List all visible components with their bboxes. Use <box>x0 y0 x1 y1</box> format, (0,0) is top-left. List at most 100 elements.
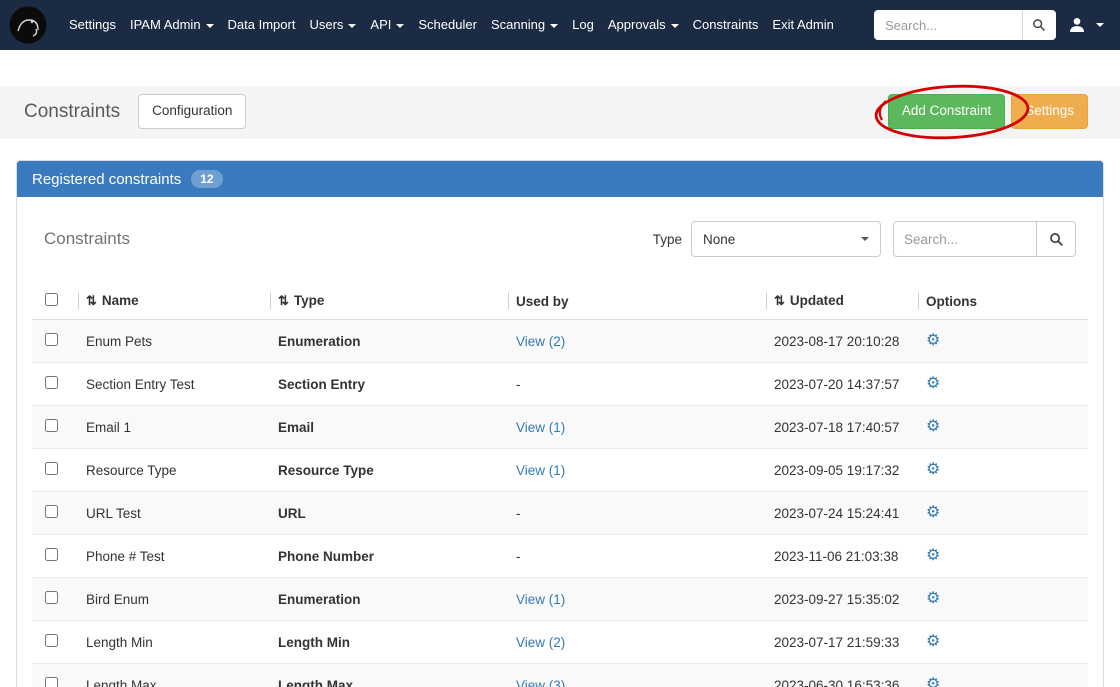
table-row: Bird EnumEnumerationView (1)2023-09-27 1… <box>32 578 1088 621</box>
panel-heading: Registered constraints 12 <box>17 161 1103 197</box>
view-usage-link[interactable]: View (2) <box>516 334 565 349</box>
gear-icon[interactable]: ⚙ <box>926 633 940 650</box>
view-usage-link[interactable]: View (1) <box>516 463 565 478</box>
user-menu[interactable] <box>1068 16 1108 34</box>
gear-icon[interactable]: ⚙ <box>926 504 940 521</box>
table-controls: Constraints Type None <box>44 221 1076 257</box>
cell-updated: 2023-06-30 16:53:36 <box>766 664 918 687</box>
constraints-table: ⇅Name ⇅Type Used by ⇅Updated Options <box>32 283 1088 687</box>
sort-icon: ⇅ <box>774 293 785 308</box>
cell-name: Section Entry Test <box>78 363 270 406</box>
view-usage-link[interactable]: View (2) <box>516 635 565 650</box>
page-header-bar: Constraints Configuration Add Constraint… <box>0 86 1120 138</box>
nav-search-button[interactable] <box>1022 10 1056 40</box>
row-checkbox[interactable] <box>45 634 58 647</box>
nav-item-log[interactable]: Log <box>565 0 601 50</box>
cell-used-by: View (1) <box>508 406 766 449</box>
view-usage-link[interactable]: View (3) <box>516 678 565 687</box>
gear-icon[interactable]: ⚙ <box>926 332 940 349</box>
cell-name: URL Test <box>78 492 270 535</box>
nav-item-constraints[interactable]: Constraints <box>686 0 766 50</box>
search-icon <box>1032 18 1046 32</box>
header-type[interactable]: ⇅Type <box>270 283 508 320</box>
cell-used-by: View (1) <box>508 449 766 492</box>
nav-item-users[interactable]: Users <box>302 0 363 50</box>
header-name[interactable]: ⇅Name <box>78 283 270 320</box>
cell-type: Resource Type <box>270 449 508 492</box>
row-checkbox[interactable] <box>45 677 58 687</box>
gear-icon[interactable]: ⚙ <box>926 418 940 435</box>
gear-icon[interactable]: ⚙ <box>926 547 940 564</box>
nav-item-scanning[interactable]: Scanning <box>484 0 565 50</box>
cell-updated: 2023-07-20 14:37:57 <box>766 363 918 406</box>
nav-item-data-import[interactable]: Data Import <box>221 0 303 50</box>
row-checkbox[interactable] <box>45 419 58 432</box>
nav-item-exit-admin[interactable]: Exit Admin <box>765 0 840 50</box>
app-logo[interactable] <box>8 5 48 45</box>
table-row: URL TestURL-2023-07-24 15:24:41⚙ <box>32 492 1088 535</box>
row-checkbox[interactable] <box>45 333 58 346</box>
settings-button[interactable]: Settings <box>1011 94 1088 128</box>
user-icon <box>1068 16 1086 34</box>
cell-used-by: View (3) <box>508 664 766 687</box>
cell-type: Enumeration <box>270 320 508 363</box>
cell-type: URL <box>270 492 508 535</box>
chevron-down-icon <box>206 24 214 28</box>
cell-name: Length Max <box>78 664 270 687</box>
nav-item-settings[interactable]: Settings <box>62 0 123 50</box>
row-checkbox[interactable] <box>45 591 58 604</box>
cell-type: Length Max <box>270 664 508 687</box>
count-badge: 12 <box>191 170 222 188</box>
cell-updated: 2023-09-27 15:35:02 <box>766 578 918 621</box>
cell-name: Email 1 <box>78 406 270 449</box>
top-navbar: SettingsIPAM AdminData ImportUsersAPISch… <box>0 0 1120 50</box>
table-row: Email 1EmailView (1)2023-07-18 17:40:57⚙ <box>32 406 1088 449</box>
cell-used-by: View (2) <box>508 320 766 363</box>
type-filter-value: None <box>703 232 735 247</box>
table-row: Enum PetsEnumerationView (2)2023-08-17 2… <box>32 320 1088 363</box>
row-checkbox[interactable] <box>45 548 58 561</box>
search-icon <box>1049 232 1064 247</box>
view-usage-link[interactable]: View (1) <box>516 592 565 607</box>
chevron-down-icon <box>396 24 404 28</box>
panel-body: Constraints Type None <box>17 197 1103 687</box>
header-updated[interactable]: ⇅Updated <box>766 283 918 320</box>
header-options: Options <box>918 283 1088 320</box>
nav-item-ipam-admin[interactable]: IPAM Admin <box>123 0 221 50</box>
select-all-checkbox[interactable] <box>45 293 58 306</box>
table-search <box>893 221 1076 257</box>
sort-icon: ⇅ <box>86 293 97 308</box>
type-filter-select[interactable]: None <box>691 221 881 257</box>
chevron-down-icon <box>1096 23 1104 27</box>
nav-item-approvals[interactable]: Approvals <box>601 0 686 50</box>
mammoth-logo-icon <box>8 5 48 45</box>
cell-updated: 2023-09-05 19:17:32 <box>766 449 918 492</box>
table-search-button[interactable] <box>1036 221 1076 257</box>
cell-name: Resource Type <box>78 449 270 492</box>
table-row: Length MinLength MinView (2)2023-07-17 2… <box>32 621 1088 664</box>
cell-type: Phone Number <box>270 535 508 578</box>
cell-type: Email <box>270 406 508 449</box>
table-search-input[interactable] <box>893 221 1037 257</box>
section-title: Constraints <box>44 229 130 249</box>
table-row: Length MaxLength Max View (3) 2023-06-30 1… <box>32 664 1088 687</box>
cell-name: Enum Pets <box>78 320 270 363</box>
nav-search-input[interactable] <box>874 10 1022 40</box>
cell-name: Length Min <box>78 621 270 664</box>
row-checkbox[interactable] <box>45 462 58 475</box>
constraints-table-body: Enum PetsEnumerationView (2)2023-08-17 2… <box>32 320 1088 687</box>
gear-icon[interactable]: ⚙ <box>926 590 940 607</box>
gear-icon[interactable]: ⚙ <box>926 375 940 392</box>
nav-search <box>874 10 1056 40</box>
configuration-button[interactable]: Configuration <box>138 94 246 128</box>
add-constraint-button[interactable]: Add Constraint <box>888 94 1005 128</box>
table-row: Resource TypeResource Type View (1) 2023-0… <box>32 449 1088 492</box>
nav-item-scheduler[interactable]: Scheduler <box>411 0 484 50</box>
view-usage-link[interactable]: View (1) <box>516 420 565 435</box>
nav-item-api[interactable]: API <box>363 0 411 50</box>
row-checkbox[interactable] <box>45 376 58 389</box>
gear-icon[interactable]: ⚙ <box>926 461 940 478</box>
row-checkbox[interactable] <box>45 505 58 518</box>
cell-updated: 2023-07-17 21:59:33 <box>766 621 918 664</box>
gear-icon[interactable]: ⚙ <box>926 676 940 687</box>
